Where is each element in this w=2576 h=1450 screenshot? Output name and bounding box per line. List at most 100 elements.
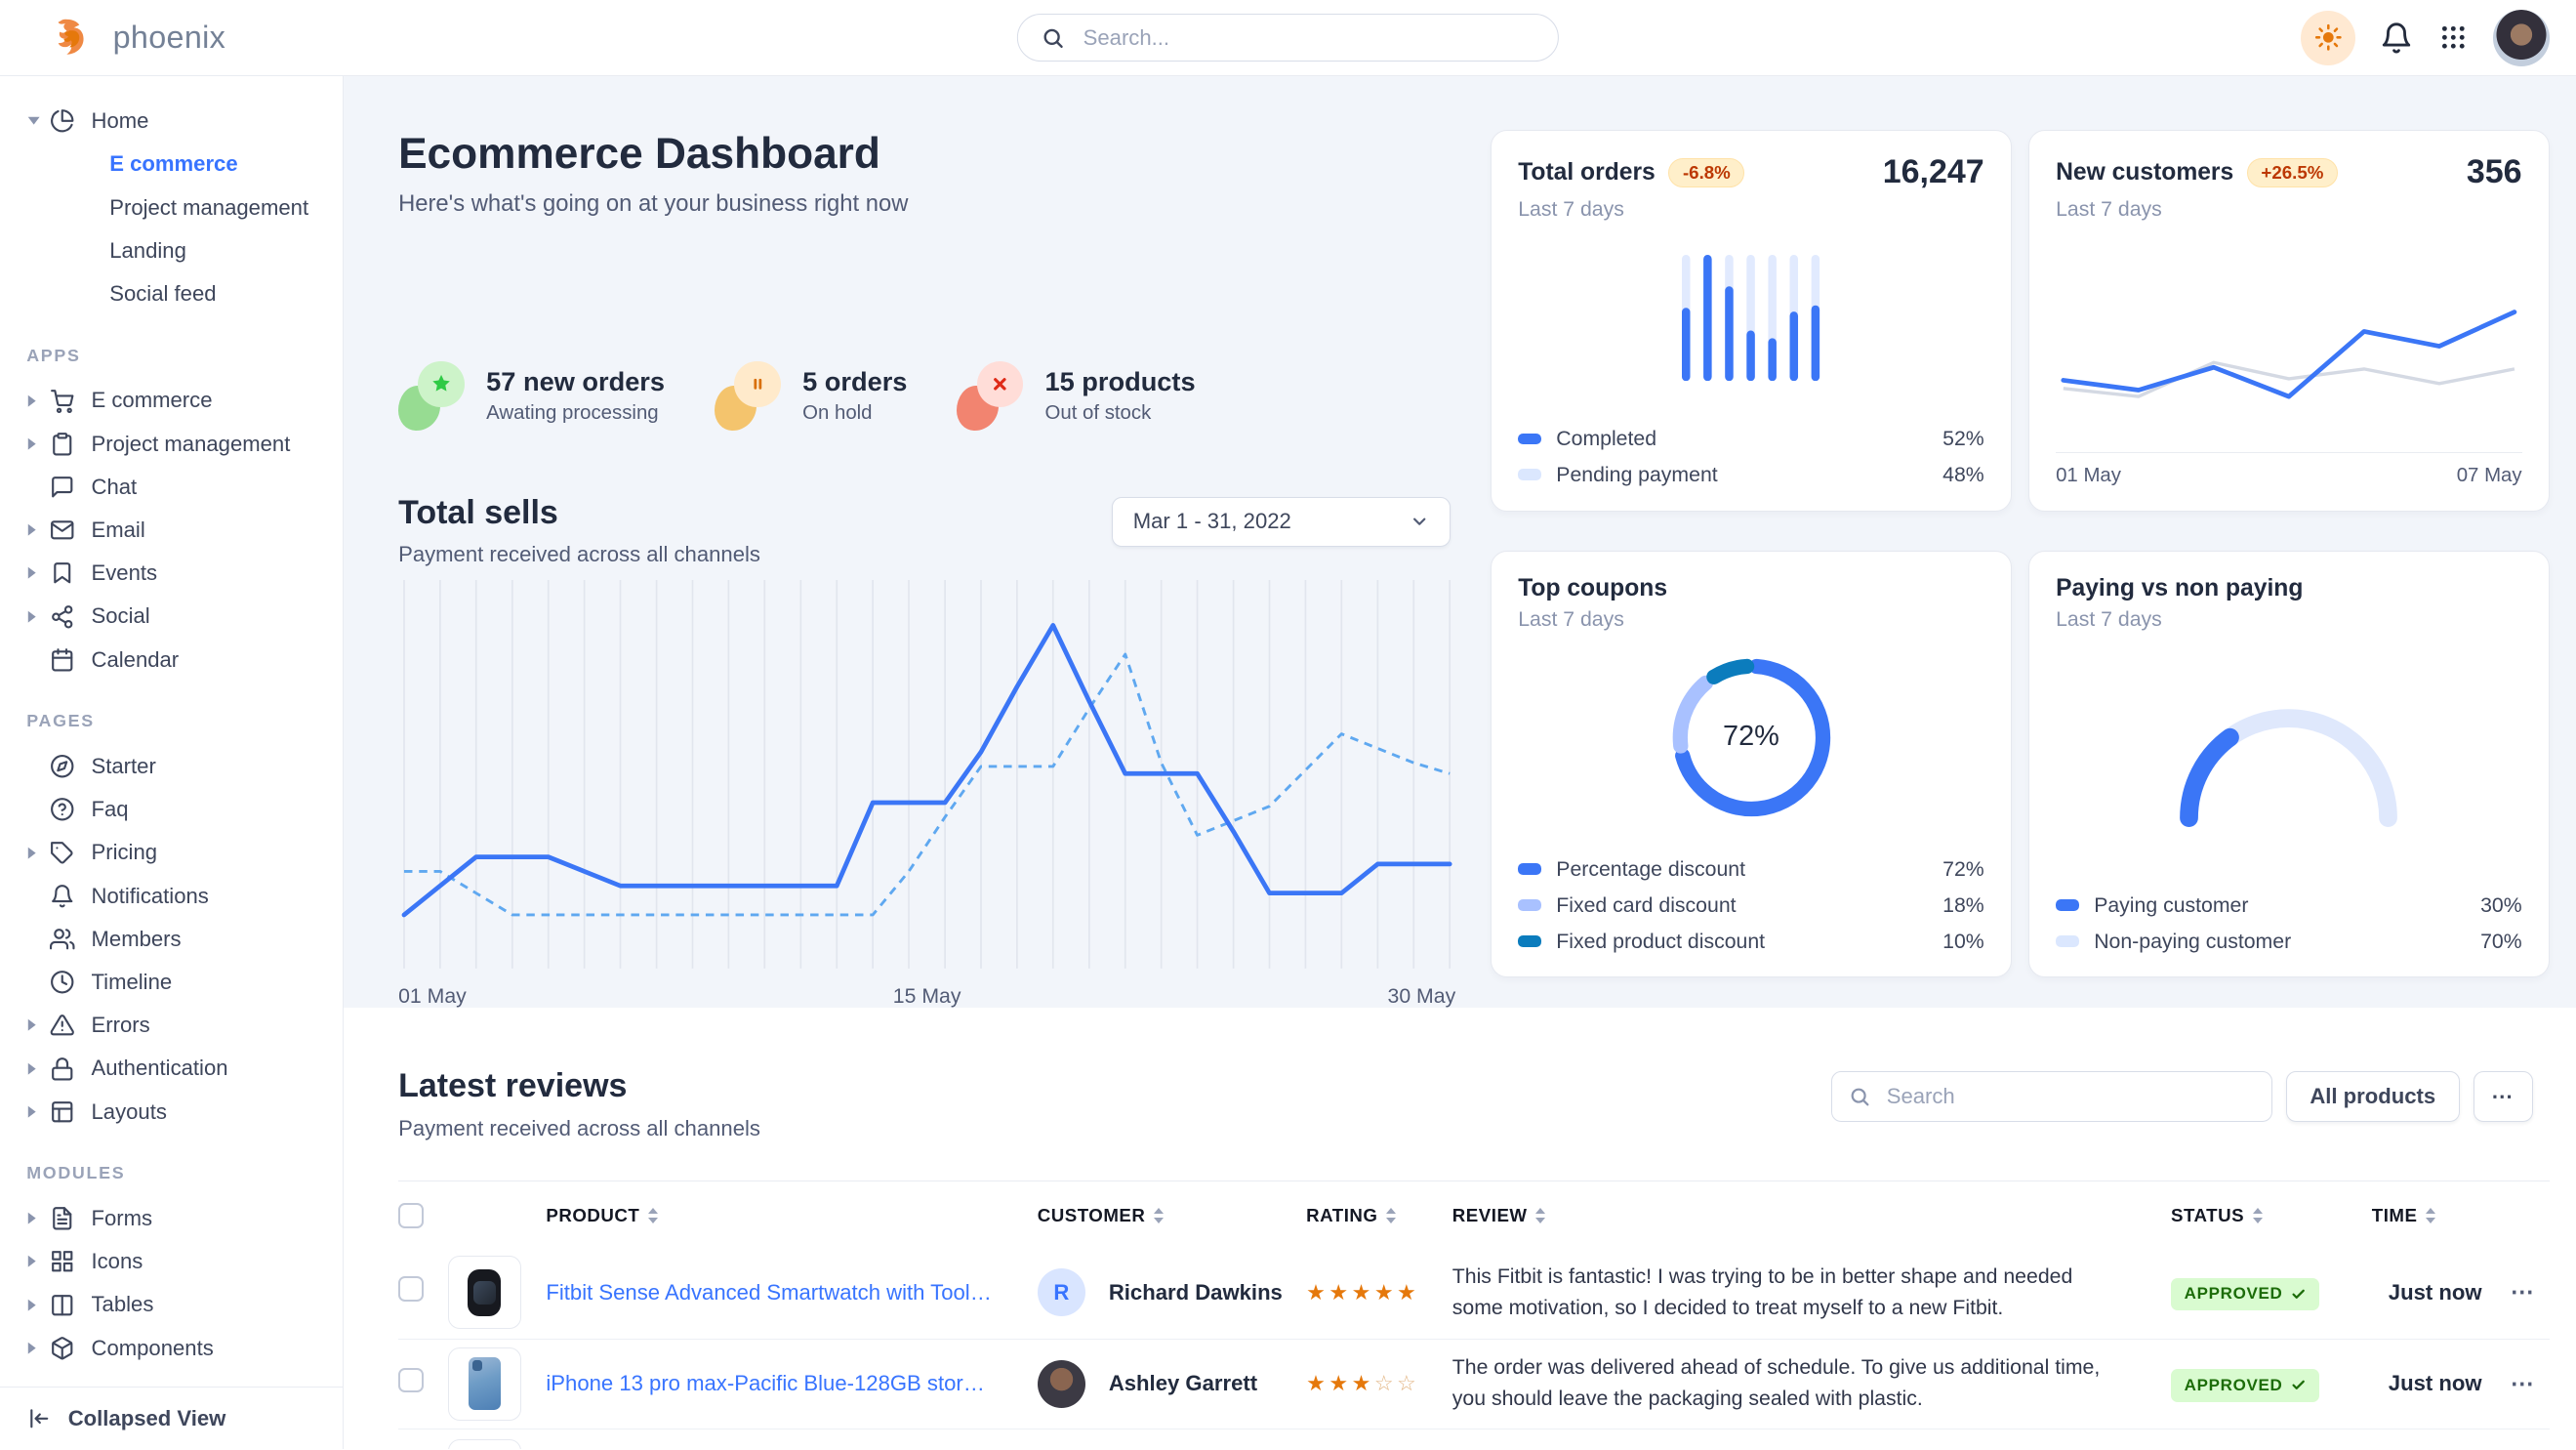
mail-icon xyxy=(50,518,75,543)
sort-icon[interactable] xyxy=(1386,1208,1396,1222)
calendar-icon xyxy=(50,647,75,673)
sort-icon[interactable] xyxy=(1535,1208,1545,1222)
stat-15-products: 15 productsOut of stock xyxy=(957,361,1195,431)
all-products-button[interactable]: All products xyxy=(2286,1071,2460,1123)
sidebar-item-notifications[interactable]: Notifications xyxy=(26,874,333,917)
card-title: New customers xyxy=(2056,159,2233,186)
trend-badge: -6.8% xyxy=(1668,158,1744,188)
sidebar-item-faq[interactable]: Faq xyxy=(26,788,333,831)
product-thumbnail[interactable] xyxy=(448,1256,521,1329)
reviews-search[interactable] xyxy=(1831,1071,2272,1123)
donut-center-label: 72% xyxy=(1723,721,1779,753)
stat-5-orders: 5 ordersOn hold xyxy=(715,361,907,431)
reviews-table-body: Fitbit Sense Advanced Smartwatch with To… xyxy=(398,1247,2550,1429)
pause-icon xyxy=(715,361,781,431)
compass-icon xyxy=(50,754,75,779)
sidebar-item-tables[interactable]: Tables xyxy=(26,1283,333,1326)
theme-toggle-button[interactable] xyxy=(2301,11,2355,65)
sidebar-item-project-management[interactable]: Project management xyxy=(26,186,333,228)
sidebar-item-e-commerce[interactable]: E commerce xyxy=(26,379,333,422)
caret-right-icon xyxy=(26,565,50,580)
sidebar-item-chat[interactable]: Chat xyxy=(26,466,333,509)
review-time: Just now xyxy=(2372,1280,2497,1305)
column-header-review[interactable]: REVIEW xyxy=(1452,1205,2171,1226)
caret-right-icon xyxy=(26,1017,50,1032)
row-checkbox[interactable] xyxy=(398,1368,424,1393)
card-period: Last 7 days xyxy=(2056,197,2522,222)
column-header-product[interactable]: PRODUCT xyxy=(546,1205,1037,1226)
caret-right-icon xyxy=(26,522,50,537)
sidebar-item-social[interactable]: Social xyxy=(26,595,333,638)
total-orders-card: Total orders -6.8% 16,247 Last 7 days Co… xyxy=(1491,130,2012,512)
sidebar-item-home[interactable]: Home xyxy=(26,100,333,143)
collapse-sidebar-button[interactable]: Collapsed View xyxy=(0,1387,343,1450)
column-header-customer[interactable]: CUSTOMER xyxy=(1038,1205,1109,1226)
apps-menu-button[interactable] xyxy=(2438,22,2469,53)
sidebar-item-events[interactable]: Events xyxy=(26,552,333,595)
legend-swatch xyxy=(1518,469,1541,480)
row-checkbox[interactable] xyxy=(398,1276,424,1302)
reviews-more-button[interactable]: ⋯ xyxy=(2474,1071,2533,1123)
sort-icon[interactable] xyxy=(2253,1208,2263,1222)
file-icon xyxy=(50,1206,75,1231)
table-header: PRODUCTCUSTOMER RATINGREVIEWSTATUSTIME xyxy=(398,1181,2550,1246)
clipboard-icon xyxy=(50,432,75,457)
column-header-rating[interactable]: RATING xyxy=(1306,1205,1452,1226)
main-content: Ecommerce Dashboard Here's what's going … xyxy=(344,76,2576,1449)
navbar-actions xyxy=(2301,10,2550,66)
sort-icon[interactable] xyxy=(648,1208,658,1222)
product-thumbnail[interactable] xyxy=(448,1347,521,1421)
bookmark-icon xyxy=(50,560,75,586)
customer-avatar xyxy=(1038,1360,1085,1408)
reviews-subtitle: Payment received across all channels xyxy=(398,1116,760,1141)
sidebar-item-calendar[interactable]: Calendar xyxy=(26,638,333,681)
columns-icon xyxy=(50,1293,75,1318)
row-more-button[interactable]: ⋯ xyxy=(2496,1370,2550,1398)
column-header-status[interactable]: STATUS xyxy=(2171,1205,2372,1226)
user-avatar[interactable] xyxy=(2493,10,2550,66)
sidebar-item-errors[interactable]: Errors xyxy=(26,1004,333,1047)
sidebar-item-landing[interactable]: Landing xyxy=(26,229,333,272)
app-window: phoenix HomeE commerceProject management… xyxy=(0,0,2576,1449)
sidebar-item-e-commerce[interactable]: E commerce xyxy=(26,143,333,186)
product-link[interactable]: Fitbit Sense Advanced Smartwatch with To… xyxy=(546,1280,1037,1305)
sidebar-item-layouts[interactable]: Layouts xyxy=(26,1090,333,1133)
sidebar-item-forms[interactable]: Forms xyxy=(26,1197,333,1240)
column-header-time[interactable]: TIME xyxy=(2372,1205,2497,1226)
total-orders-value: 16,247 xyxy=(1883,153,1984,191)
sidebar-item-authentication[interactable]: Authentication xyxy=(26,1047,333,1090)
cart-icon xyxy=(50,389,75,414)
paying-vs-nonpaying-card: Paying vs non paying Last 7 days Paying … xyxy=(2028,551,2550,977)
sidebar-item-members[interactable]: Members xyxy=(26,918,333,961)
sidebar-item-icons[interactable]: Icons xyxy=(26,1240,333,1283)
collapse-icon xyxy=(26,1406,52,1431)
caret-right-icon xyxy=(26,1104,50,1119)
caret-right-icon xyxy=(26,1298,50,1312)
sidebar-item-project-management[interactable]: Project management xyxy=(26,422,333,465)
caret-right-icon xyxy=(26,1211,50,1225)
sidebar-item-pricing[interactable]: Pricing xyxy=(26,831,333,874)
reviews-search-input[interactable] xyxy=(1883,1082,2255,1110)
paying-legend-item: Non-paying customer 70% xyxy=(2056,930,2522,954)
sort-icon[interactable] xyxy=(2426,1208,2435,1222)
product-link[interactable]: iPhone 13 pro max-Pacific Blue-128GB sto… xyxy=(546,1371,1037,1396)
date-range-select[interactable]: Mar 1 - 31, 2022 xyxy=(1112,497,1451,547)
pie-chart-icon xyxy=(50,108,75,134)
select-all-checkbox[interactable] xyxy=(398,1203,424,1228)
top-coupons-legend-item: Fixed card discount 18% xyxy=(1518,893,1984,918)
stats-row: 57 new ordersAwating processing 5 orders… xyxy=(398,361,1451,431)
sort-icon[interactable] xyxy=(1154,1208,1164,1222)
sidebar-item-components[interactable]: Components xyxy=(26,1326,333,1369)
notifications-button[interactable] xyxy=(2380,21,2413,55)
row-more-button[interactable]: ⋯ xyxy=(2496,1278,2550,1306)
brand-logo[interactable]: phoenix xyxy=(53,18,225,58)
sidebar-item-timeline[interactable]: Timeline xyxy=(26,961,333,1004)
sidebar-item-email[interactable]: Email xyxy=(26,509,333,552)
sidebar-item-social-feed[interactable]: Social feed xyxy=(26,272,333,315)
paying-gauge-chart xyxy=(2164,688,2413,831)
product-thumbnail[interactable] xyxy=(448,1439,521,1450)
collapse-label: Collapsed View xyxy=(68,1406,226,1431)
global-search-input[interactable] xyxy=(1080,23,1535,52)
global-search[interactable] xyxy=(1017,14,1558,62)
sidebar-item-starter[interactable]: Starter xyxy=(26,745,333,788)
